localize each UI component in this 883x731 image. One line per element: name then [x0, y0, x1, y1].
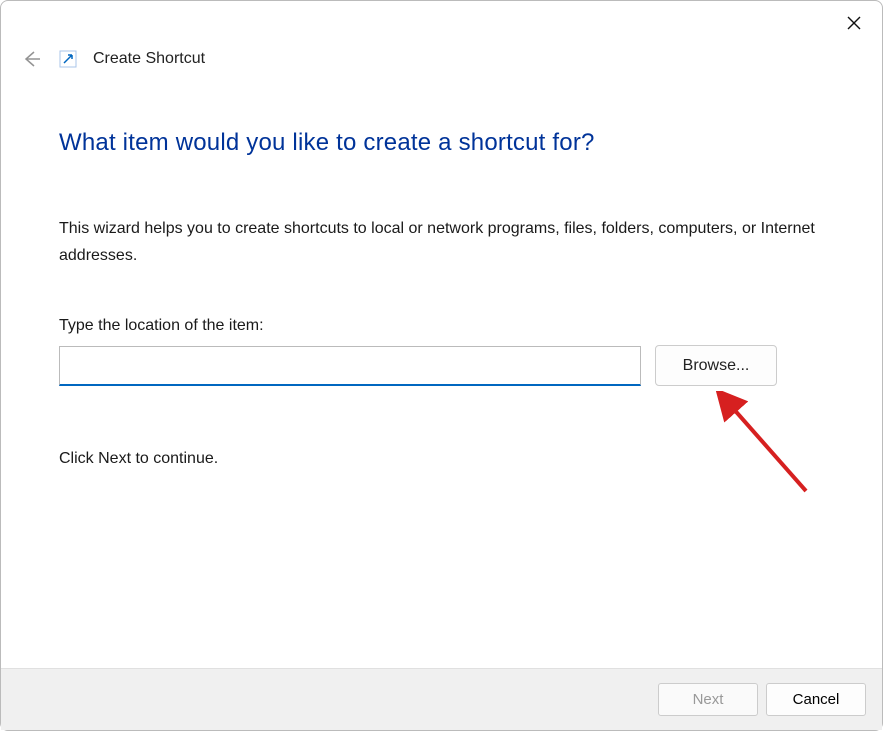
browse-button[interactable]: Browse...: [655, 345, 777, 386]
header-row: Create Shortcut: [1, 41, 882, 71]
location-input[interactable]: [59, 346, 641, 386]
shortcut-icon: [59, 50, 77, 68]
input-row: Browse...: [59, 345, 824, 386]
back-button[interactable]: [19, 47, 43, 71]
close-button[interactable]: [844, 13, 864, 33]
close-icon: [846, 15, 862, 31]
next-button[interactable]: Next: [658, 683, 758, 716]
page-heading: What item would you like to create a sho…: [59, 129, 824, 157]
dialog-footer: Next Cancel: [1, 668, 882, 730]
continue-instruction: Click Next to continue.: [59, 450, 824, 468]
content-area: What item would you like to create a sho…: [1, 71, 882, 468]
wizard-description: This wizard helps you to create shortcut…: [59, 215, 824, 269]
location-input-label: Type the location of the item:: [59, 317, 824, 335]
back-arrow-icon: [20, 48, 42, 70]
cancel-button[interactable]: Cancel: [766, 683, 866, 716]
titlebar: [1, 1, 882, 41]
dialog-title: Create Shortcut: [93, 50, 205, 68]
